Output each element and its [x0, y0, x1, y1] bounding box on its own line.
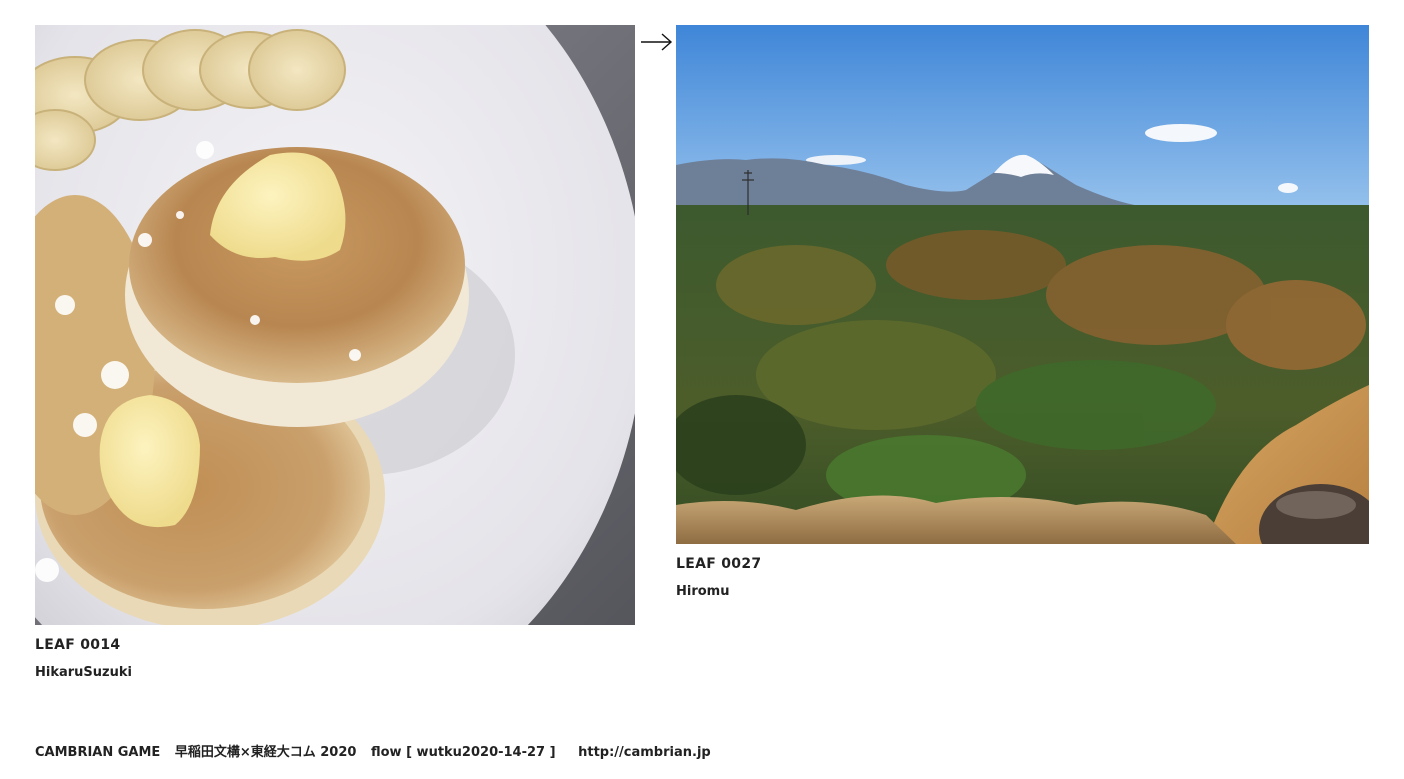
leaf-author-name[interactable]: Hiromu: [676, 583, 1369, 601]
leaf-photo-landscape[interactable]: [676, 25, 1369, 544]
right-arrow-icon[interactable]: [640, 28, 674, 54]
footer-session: flow [ wutku2020-14-27 ]: [370, 745, 556, 760]
footer: CAMBRIAN GAME 早稲田文構×東経大コム 2020 flow [ wu…: [35, 744, 711, 762]
leaf-photo-pancakes[interactable]: [35, 25, 635, 625]
pancake-photo-icon: [35, 25, 635, 625]
page: LEAF 0014 HikaruSuzuki LEAF 0027 Hiromu …: [0, 0, 1404, 779]
footer-course: 早稲田文構×東経大コム 2020: [174, 745, 357, 760]
leaf-card-0014: LEAF 0014 HikaruSuzuki: [35, 25, 635, 682]
leaf-author-name[interactable]: HikaruSuzuki: [35, 664, 635, 682]
leaf-id-label[interactable]: LEAF 0014: [35, 636, 635, 654]
leaf-card-0027: LEAF 0027 Hiromu: [676, 25, 1369, 601]
footer-url-link[interactable]: http://cambrian.jp: [578, 745, 711, 760]
leaf-id-label[interactable]: LEAF 0027: [676, 555, 1369, 573]
footer-site-name[interactable]: CAMBRIAN GAME: [35, 745, 160, 760]
landscape-photo-icon: [676, 25, 1369, 544]
